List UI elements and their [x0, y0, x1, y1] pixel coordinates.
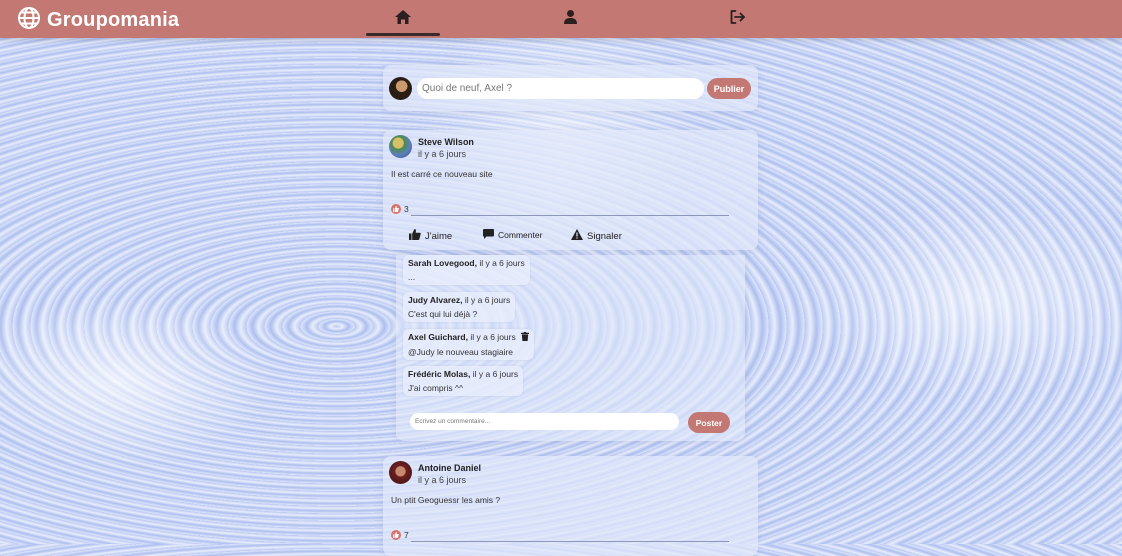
post-text: Il est carré ce nouveau site: [391, 169, 493, 179]
like-count: 7: [391, 530, 409, 540]
trash-icon[interactable]: [521, 332, 530, 343]
like-button[interactable]: J'aime: [409, 229, 452, 243]
comment-author[interactable]: Judy Alvarez,: [408, 295, 463, 305]
comment-author[interactable]: Sarah Lovegood,: [408, 258, 477, 268]
comment-text: J'ai compris ^^: [408, 383, 463, 393]
comment-text: C'est qui lui déjà ?: [408, 309, 478, 319]
thumbs-up-icon: [391, 530, 401, 540]
post-author[interactable]: Steve Wilson: [418, 137, 474, 147]
publish-button[interactable]: Publier: [707, 78, 751, 99]
post-time: il y a 6 jours: [418, 475, 467, 485]
comment-author[interactable]: Axel Guichard,: [408, 332, 468, 342]
comment-input[interactable]: [410, 413, 679, 430]
avatar: [389, 135, 412, 158]
globe-icon: [17, 6, 41, 35]
warning-icon: [571, 229, 583, 243]
like-count: 3: [391, 204, 409, 214]
like-label: J'aime: [425, 230, 453, 242]
avatar: [389, 77, 412, 100]
active-tab-indicator: [366, 33, 440, 36]
comment-text: ...: [408, 272, 416, 282]
avatar: [389, 461, 412, 484]
comment-author[interactable]: Frédéric Molas,: [408, 369, 470, 379]
logout-icon: [730, 9, 745, 29]
thumbs-up-icon: [409, 229, 421, 243]
comment-time: il y a 6 jours: [464, 295, 511, 305]
comment-label: Commenter: [498, 230, 543, 240]
comment-time: il y a 6 jours: [479, 258, 525, 268]
comment-button[interactable]: Commenter: [483, 229, 542, 241]
divider: [411, 215, 729, 216]
brand-name: Groupomania: [47, 9, 180, 31]
comment-item: Frédéric Molas, il y a 6 jours J'ai comp…: [403, 366, 524, 396]
home-icon: [395, 9, 411, 29]
post-card: Steve Wilson il y a 6 jours Il est carré…: [383, 130, 758, 250]
post-comment-button[interactable]: Poster: [688, 412, 730, 433]
comment-time: il y a 6 jours: [472, 369, 519, 379]
post-input[interactable]: [417, 78, 704, 99]
comment-item: Judy Alvarez, il y a 6 jours C'est qui l…: [403, 292, 516, 322]
brand[interactable]: Groupomania: [17, 6, 179, 35]
comment-text: @Judy le nouveau stagiaire: [408, 347, 514, 357]
like-count-value: 7: [404, 530, 409, 540]
post-text: Un ptit Geoguessr les amis ?: [391, 495, 501, 505]
post-author[interactable]: Antoine Daniel: [418, 463, 481, 473]
profile-nav-button[interactable]: [556, 8, 584, 30]
comment-item: Axel Guichard, il y a 6 jours @Judy le n…: [403, 329, 535, 360]
post-time: il y a 6 jours: [418, 149, 467, 159]
post-composer: Publier: [383, 65, 758, 111]
thumbs-up-icon: [391, 204, 401, 214]
comments-section: Sarah Lovegood, il y a 6 jours ... Judy …: [396, 255, 745, 441]
top-navbar: Groupomania: [0, 0, 1122, 38]
user-icon: [563, 9, 577, 29]
report-button[interactable]: Signaler: [571, 229, 622, 243]
divider: [411, 541, 729, 542]
like-count-value: 3: [404, 204, 409, 214]
home-nav-button[interactable]: [389, 8, 417, 30]
report-label: Signaler: [587, 230, 622, 242]
post-card: Antoine Daniel il y a 6 jours Un ptit Ge…: [383, 456, 758, 556]
comment-time: il y a 6 jours: [470, 332, 516, 342]
comment-item: Sarah Lovegood, il y a 6 jours ...: [403, 255, 530, 285]
comment-icon: [483, 229, 494, 241]
logout-nav-button[interactable]: [723, 8, 751, 30]
